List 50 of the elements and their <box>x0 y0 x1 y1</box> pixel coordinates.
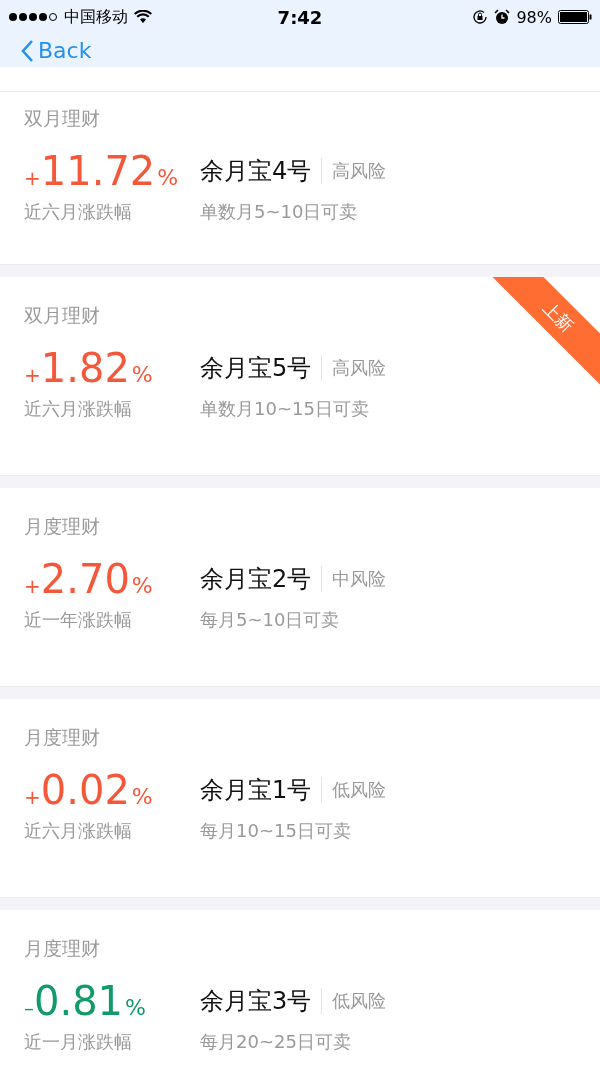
percent-unit: % <box>131 573 153 598</box>
return-value: 0.02 <box>40 767 130 813</box>
sign-symbol: – <box>24 996 34 1020</box>
return-value: 11.72 <box>40 148 156 194</box>
return-value: 1.82 <box>40 345 130 391</box>
risk-level: 低风险 <box>332 778 387 802</box>
chevron-left-icon <box>20 38 34 63</box>
category-label: 双月理财 <box>24 106 100 131</box>
carrier-name: 中国移动 <box>64 6 128 28</box>
return-value: 0.81 <box>34 978 124 1024</box>
product-name: 余月宝4号 <box>200 156 312 187</box>
period-label: 近六月涨跌幅 <box>24 397 133 421</box>
sell-window: 每月5~10日可卖 <box>200 608 340 632</box>
period-label: 近一月涨跌幅 <box>24 1030 133 1054</box>
sell-window: 每月10~15日可卖 <box>200 819 351 843</box>
sign-symbol: + <box>24 785 41 809</box>
sign-symbol: + <box>24 166 41 190</box>
percent-unit: % <box>131 362 153 387</box>
risk-level: 中风险 <box>332 567 387 591</box>
percent-unit: % <box>125 995 146 1020</box>
category-label: 月度理财 <box>24 725 100 750</box>
signal-icon <box>8 12 58 22</box>
period-label: 近六月涨跌幅 <box>24 200 133 224</box>
alarm-icon <box>494 9 511 25</box>
period-label: 近一年涨跌幅 <box>24 608 133 632</box>
risk-level: 高风险 <box>332 356 387 380</box>
back-button[interactable]: Back <box>20 38 92 63</box>
battery-percent: 98% <box>516 7 552 27</box>
period-label: 近六月涨跌幅 <box>24 819 133 843</box>
percent-unit: % <box>157 165 179 190</box>
category-label: 双月理财 <box>24 303 100 328</box>
product-name: 余月宝5号 <box>200 353 312 384</box>
sell-window: 单数月10~15日可卖 <box>200 397 369 421</box>
sell-window: 单数月5~10日可卖 <box>200 200 358 224</box>
percent-unit: % <box>131 784 153 809</box>
sign-symbol: + <box>24 363 41 387</box>
return-value: 2.70 <box>40 556 130 602</box>
risk-level: 低风险 <box>332 989 387 1013</box>
risk-level: 高风险 <box>332 159 387 183</box>
sign-symbol: + <box>24 574 41 598</box>
product-name: 余月宝2号 <box>200 564 312 595</box>
rotation-lock-icon <box>472 9 489 25</box>
sell-window: 每月20~25日可卖 <box>200 1030 351 1054</box>
clock-time: 7:42 <box>277 6 323 28</box>
category-label: 月度理财 <box>24 514 100 539</box>
product-name: 余月宝3号 <box>200 986 312 1017</box>
wifi-icon <box>134 10 152 24</box>
product-name: 余月宝1号 <box>200 775 312 806</box>
category-label: 月度理财 <box>24 936 100 961</box>
battery-icon <box>558 10 592 24</box>
